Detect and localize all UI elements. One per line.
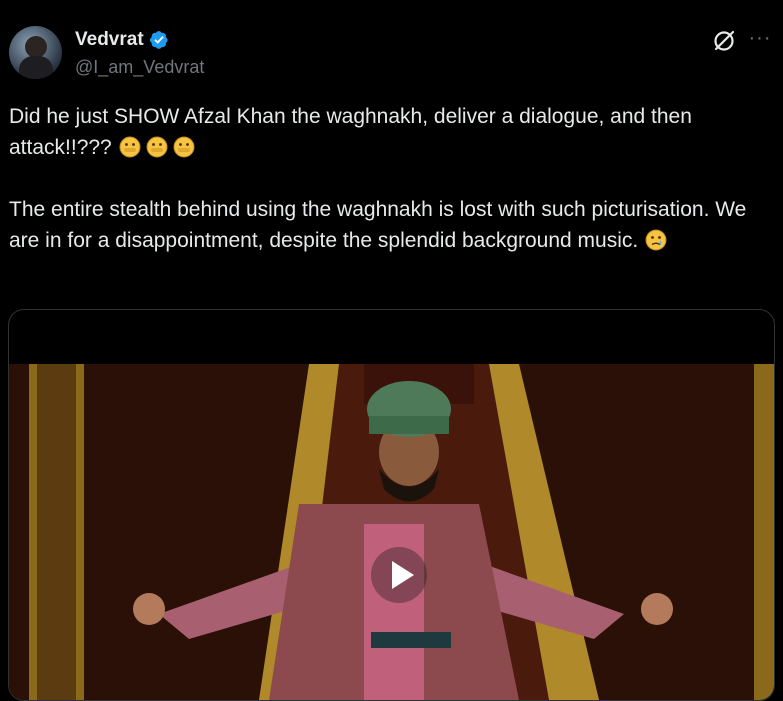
display-name-link[interactable]: Vedvrat (75, 28, 169, 52)
display-name: Vedvrat (75, 29, 144, 50)
tweet-paragraph-1: Did he just SHOW Afzal Khan the waghnakh… (9, 101, 779, 163)
verified-badge-icon (149, 31, 168, 49)
video-scene (9, 364, 774, 700)
tweet-paragraph-1-text: Did he just SHOW Afzal Khan the waghnakh… (9, 105, 692, 159)
avatar[interactable] (9, 26, 62, 79)
tweet-paragraph-2: The entire stealth behind using the wagh… (9, 194, 779, 256)
video-thumbnail[interactable] (9, 364, 774, 700)
crying-face-emoji-icon (645, 229, 667, 251)
video-player[interactable] (8, 309, 775, 701)
grok-icon[interactable] (711, 28, 737, 54)
avatar-head (25, 36, 47, 58)
handle[interactable]: @I_am_Vedvrat (75, 56, 204, 78)
mouth-covering-emoji-icon (119, 136, 141, 158)
tweet-text: Did he just SHOW Afzal Khan the waghnakh… (9, 101, 779, 256)
more-icon[interactable]: ··· (746, 28, 774, 52)
play-button[interactable] (371, 547, 427, 603)
mouth-covering-emoji-icon (146, 136, 168, 158)
mouth-covering-emoji-icon (173, 136, 195, 158)
avatar-body (19, 56, 53, 79)
tweet-paragraph-2-text: The entire stealth behind using the wagh… (9, 198, 747, 252)
